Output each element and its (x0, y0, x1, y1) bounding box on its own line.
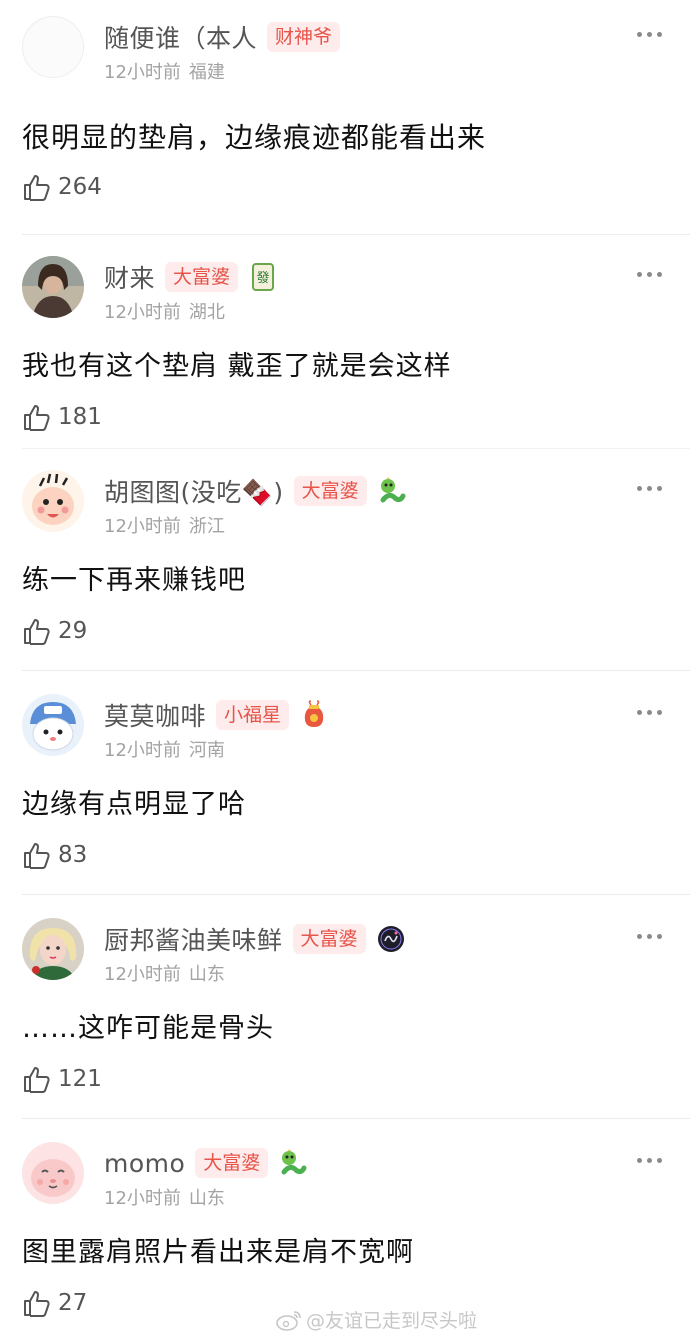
like-count: 29 (58, 618, 88, 644)
avatar[interactable] (22, 256, 84, 318)
comment-time: 12小时前 (104, 1188, 181, 1209)
comment-meta: 12小时前 福建 (104, 58, 225, 84)
user-badge: 财神爷 (267, 22, 341, 52)
dark-medal-icon (377, 926, 404, 952)
green-snake-icon (380, 477, 406, 503)
more-options-icon[interactable] (637, 32, 662, 37)
username[interactable]: 胡图图(没吃🍫) (104, 473, 284, 509)
like-button[interactable]: 181 (22, 402, 102, 432)
like-button[interactable]: 29 (22, 616, 87, 646)
thumbs-up-icon (24, 843, 50, 869)
comment-location: 河南 (188, 740, 225, 761)
avatar[interactable] (22, 16, 84, 78)
user-badge: 小福星 (216, 700, 290, 730)
comment-text: ……这咋可能是骨头 (22, 1013, 274, 1044)
comment-time: 12小时前 (104, 516, 181, 537)
comment-meta: 12小时前 湖北 (104, 298, 225, 324)
green-snake-icon (281, 1149, 307, 1175)
comment-text: 练一下再来赚钱吧 (22, 565, 246, 596)
divider (22, 670, 690, 671)
avatar[interactable] (22, 1142, 84, 1204)
comment-time: 12小时前 (104, 62, 181, 83)
thumbs-up-icon (24, 1067, 50, 1093)
like-button[interactable]: 264 (22, 172, 102, 202)
comment-time: 12小时前 (104, 740, 181, 761)
comment-time: 12小时前 (104, 964, 181, 985)
thumbs-up-icon (24, 1291, 50, 1317)
comment-time: 12小时前 (104, 302, 181, 323)
comment-text: 边缘有点明显了哈 (22, 789, 246, 820)
like-button[interactable]: 83 (22, 840, 87, 870)
avatar[interactable] (22, 470, 84, 532)
like-count: 264 (58, 174, 102, 200)
like-button[interactable]: 27 (22, 1288, 87, 1318)
comment-item: 随便谁（本人 财神爷 12小时前 福建 很明显的垫肩，边缘痕迹都能看出来 264 (0, 2, 690, 234)
thumbs-up-icon (24, 405, 50, 431)
comment-location: 福建 (188, 62, 225, 83)
mahjong-tile-icon: 發 (252, 263, 275, 291)
more-options-icon[interactable] (637, 710, 662, 715)
like-button[interactable]: 121 (22, 1064, 102, 1094)
user-badge: 大富婆 (293, 476, 367, 506)
weibo-logo-icon (276, 1310, 301, 1331)
comment-feed: 随便谁（本人 财神爷 12小时前 福建 很明显的垫肩，边缘痕迹都能看出来 264 … (0, 0, 690, 1336)
user-badge: 大富婆 (195, 1148, 269, 1178)
comment-text: 我也有这个垫肩 戴歪了就是会这样 (22, 351, 452, 382)
watermark: @友谊已走到尽头啦 (276, 1306, 477, 1333)
comment-item: 莫莫咖啡 小福星 12小时前 河南 边缘有点明显了哈 83 (0, 680, 690, 890)
more-options-icon[interactable] (637, 934, 662, 939)
comment-location: 山东 (188, 1188, 225, 1209)
comment-meta: 12小时前 河南 (104, 736, 225, 762)
comment-meta: 12小时前 山东 (104, 1184, 225, 1210)
comment-text: 图里露肩照片看出来是肩不宽啊 (22, 1237, 414, 1268)
more-options-icon[interactable] (637, 486, 662, 491)
username[interactable]: 莫莫咖啡 (104, 697, 206, 733)
username[interactable]: 随便谁（本人 (104, 19, 257, 55)
thumbs-up-icon (24, 619, 50, 645)
divider (22, 234, 690, 235)
comment-location: 浙江 (188, 516, 225, 537)
like-count: 27 (58, 1290, 88, 1316)
avatar[interactable] (22, 694, 84, 756)
comment-location: 湖北 (188, 302, 225, 323)
comment-text: 很明显的垫肩，边缘痕迹都能看出来 (22, 121, 487, 154)
thumbs-up-icon (24, 175, 50, 201)
comment-item: momo 大富婆 12小时前 山东 图里露肩照片看出来是肩不宽啊 27 (0, 1128, 690, 1336)
user-badge: 大富婆 (165, 262, 239, 292)
avatar[interactable] (22, 918, 84, 980)
comment-item: 财来 大富婆 發 12小时前 湖北 我也有这个垫肩 戴歪了就是会这样 181 (0, 242, 690, 452)
username[interactable]: 厨邦酱油美味鲜 (104, 921, 283, 957)
svg-text:發: 發 (257, 271, 270, 286)
divider (22, 894, 690, 895)
user-badge: 大富婆 (292, 924, 366, 954)
username[interactable]: momo (104, 1149, 185, 1178)
more-options-icon[interactable] (637, 272, 662, 277)
like-count: 83 (58, 842, 88, 868)
watermark-text: @友谊已走到尽头啦 (306, 1310, 478, 1332)
divider (22, 448, 690, 449)
comment-location: 山东 (188, 964, 225, 985)
lucky-bag-icon (304, 700, 324, 727)
comment-meta: 12小时前 山东 (104, 960, 225, 986)
more-options-icon[interactable] (637, 1158, 662, 1163)
like-count: 181 (58, 404, 102, 430)
comment-item: 厨邦酱油美味鲜 大富婆 12小时前 山东 ……这咋可能是骨头 121 (0, 904, 690, 1114)
divider (22, 1118, 690, 1119)
comment-meta: 12小时前 浙江 (104, 512, 225, 538)
like-count: 121 (58, 1066, 102, 1092)
comment-item: 胡图图(没吃🍫) 大富婆 12小时前 浙江 练一下再来赚钱吧 29 (0, 456, 690, 666)
username[interactable]: 财来 (104, 259, 155, 295)
